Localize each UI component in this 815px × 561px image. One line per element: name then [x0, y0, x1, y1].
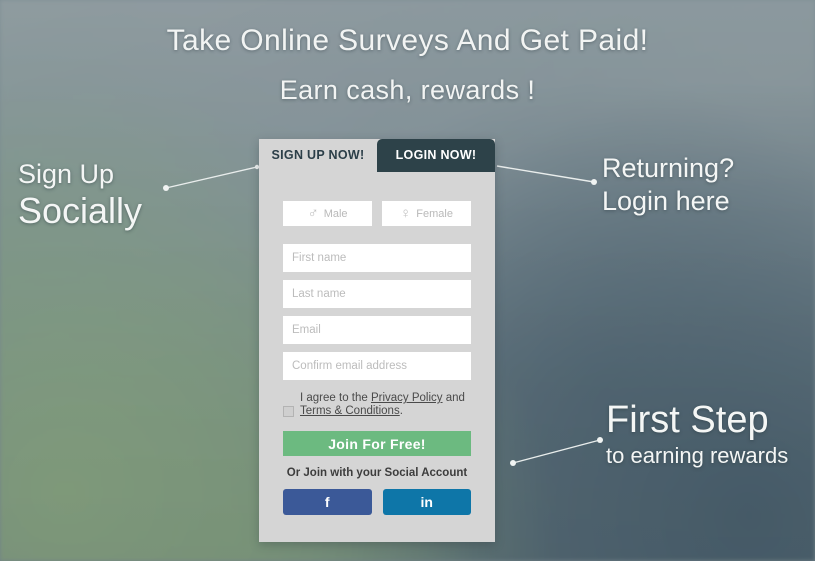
linkedin-login-button[interactable]: in — [382, 489, 471, 515]
linkedin-icon: in — [420, 494, 433, 510]
annotation-signup-line1: Sign Up — [18, 159, 115, 189]
annotation-returning-line1: Returning? — [602, 153, 735, 183]
annotation-returning-login: Returning? Login here — [602, 152, 734, 218]
first-name-input[interactable] — [283, 244, 471, 272]
facebook-login-button[interactable]: f — [283, 489, 372, 515]
card-body: ♂ Male ♀ Female I agree to the Privacy P… — [259, 201, 495, 515]
last-name-input[interactable] — [283, 280, 471, 308]
annotation-returning-line2: Login here — [602, 186, 730, 216]
facebook-icon: f — [324, 494, 330, 510]
annotation-signup-socially: Sign Up Socially — [18, 158, 142, 232]
hero-headline: Take Online Surveys And Get Paid! Earn c… — [0, 22, 815, 108]
gender-male-label: Male — [323, 207, 348, 220]
tab-login-now[interactable]: LOGIN NOW! — [377, 139, 495, 172]
annotation-firststep-line1: First Step — [606, 399, 769, 441]
annotation-signup-line2: Socially — [18, 190, 143, 231]
card-tabs: SIGN UP NOW! LOGIN NOW! — [259, 139, 495, 172]
terms-checkbox[interactable] — [283, 406, 294, 417]
venus-icon: ♀ — [400, 205, 412, 222]
tab-sign-up-now[interactable]: SIGN UP NOW! — [259, 139, 377, 172]
gender-female-button[interactable]: ♀ Female — [382, 201, 471, 226]
terms-agreement-row: I agree to the Privacy Policy and Terms … — [283, 392, 471, 418]
headline-secondary: Earn cash, rewards ! — [279, 75, 536, 105]
social-account-caption: Or Join with your Social Account — [286, 467, 468, 479]
terms-conjunction: and — [442, 392, 465, 404]
terms-prefix: I agree to the — [300, 392, 371, 404]
privacy-policy-link[interactable]: Privacy Policy — [371, 392, 443, 404]
confirm-email-input[interactable] — [283, 352, 471, 380]
headline-primary: Take Online Surveys And Get Paid! — [166, 24, 649, 57]
email-input[interactable] — [283, 316, 471, 344]
join-for-free-button[interactable]: Join For Free! — [283, 431, 471, 456]
signup-card: SIGN UP NOW! LOGIN NOW! ♂ Male ♀ Female … — [259, 139, 495, 542]
gender-male-button[interactable]: ♂ Male — [283, 201, 372, 226]
terms-suffix: . — [399, 405, 403, 417]
social-buttons: f in — [283, 489, 471, 515]
annotation-first-step: First Step to earning rewards — [606, 398, 788, 470]
gender-female-label: Female — [416, 207, 453, 220]
mars-icon: ♂ — [307, 205, 319, 222]
gender-selector: ♂ Male ♀ Female — [283, 201, 471, 226]
annotation-firststep-line2: to earning rewards — [606, 443, 789, 468]
terms-conditions-link[interactable]: Terms & Conditions — [300, 405, 400, 417]
terms-text: I agree to the Privacy Policy and Terms … — [300, 392, 471, 418]
